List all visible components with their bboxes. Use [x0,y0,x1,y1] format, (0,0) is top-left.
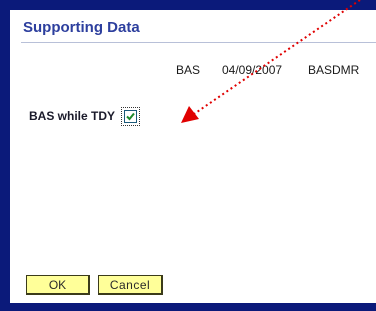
dialog-frame [0,0,376,311]
record-source: BASDMR [308,63,360,77]
title-divider [21,42,376,43]
bas-while-tdy-label: BAS while TDY [29,109,116,123]
bas-while-tdy-checkbox[interactable] [124,109,138,123]
record-date: 04/09/2007 [222,63,283,77]
checkmark-icon [126,112,135,120]
dialog-title: Supporting Data [23,19,140,36]
ok-button[interactable]: OK [26,275,90,295]
bas-while-tdy-option: BAS while TDY [25,105,144,127]
record-code: BAS [176,63,201,77]
cancel-button[interactable]: Cancel [98,275,163,295]
checkbox-focus-outline [121,106,141,126]
